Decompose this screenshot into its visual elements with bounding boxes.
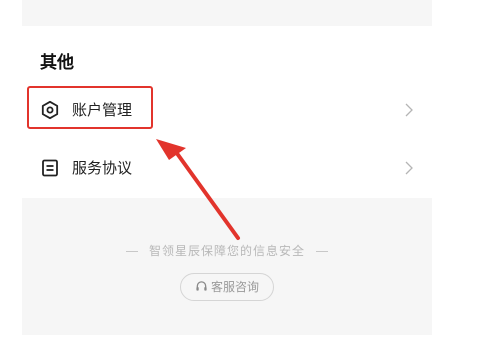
hexagon-settings-icon xyxy=(41,100,59,120)
service-agreement-item[interactable]: 服务协议 xyxy=(22,144,432,192)
service-agreement-label: 服务协议 xyxy=(72,159,133,177)
account-management-label: 账户管理 xyxy=(72,101,133,119)
chevron-right-icon xyxy=(405,161,413,175)
security-notice: 智领星辰保障您的信息安全 xyxy=(22,242,432,259)
footer: 智领星辰保障您的信息安全 客服咨询 xyxy=(22,198,432,335)
settings-page: 其他 账户管理 服务协议 智领星辰保障您的信息安全 客服咨询 xyxy=(0,0,477,347)
chevron-right-icon xyxy=(405,103,413,117)
top-divider-strip xyxy=(22,0,432,26)
left-dash xyxy=(126,251,139,252)
section-title: 其他 xyxy=(40,53,74,73)
other-section-card: 其他 账户管理 服务协议 xyxy=(22,26,432,198)
security-notice-text: 智领星辰保障您的信息安全 xyxy=(148,244,305,258)
right-dash xyxy=(315,251,328,252)
headset-icon xyxy=(196,281,207,291)
document-icon xyxy=(42,159,58,177)
customer-service-label: 客服咨询 xyxy=(210,280,259,294)
account-management-item[interactable]: 账户管理 xyxy=(22,86,432,134)
customer-service-button[interactable]: 客服咨询 xyxy=(180,273,274,301)
